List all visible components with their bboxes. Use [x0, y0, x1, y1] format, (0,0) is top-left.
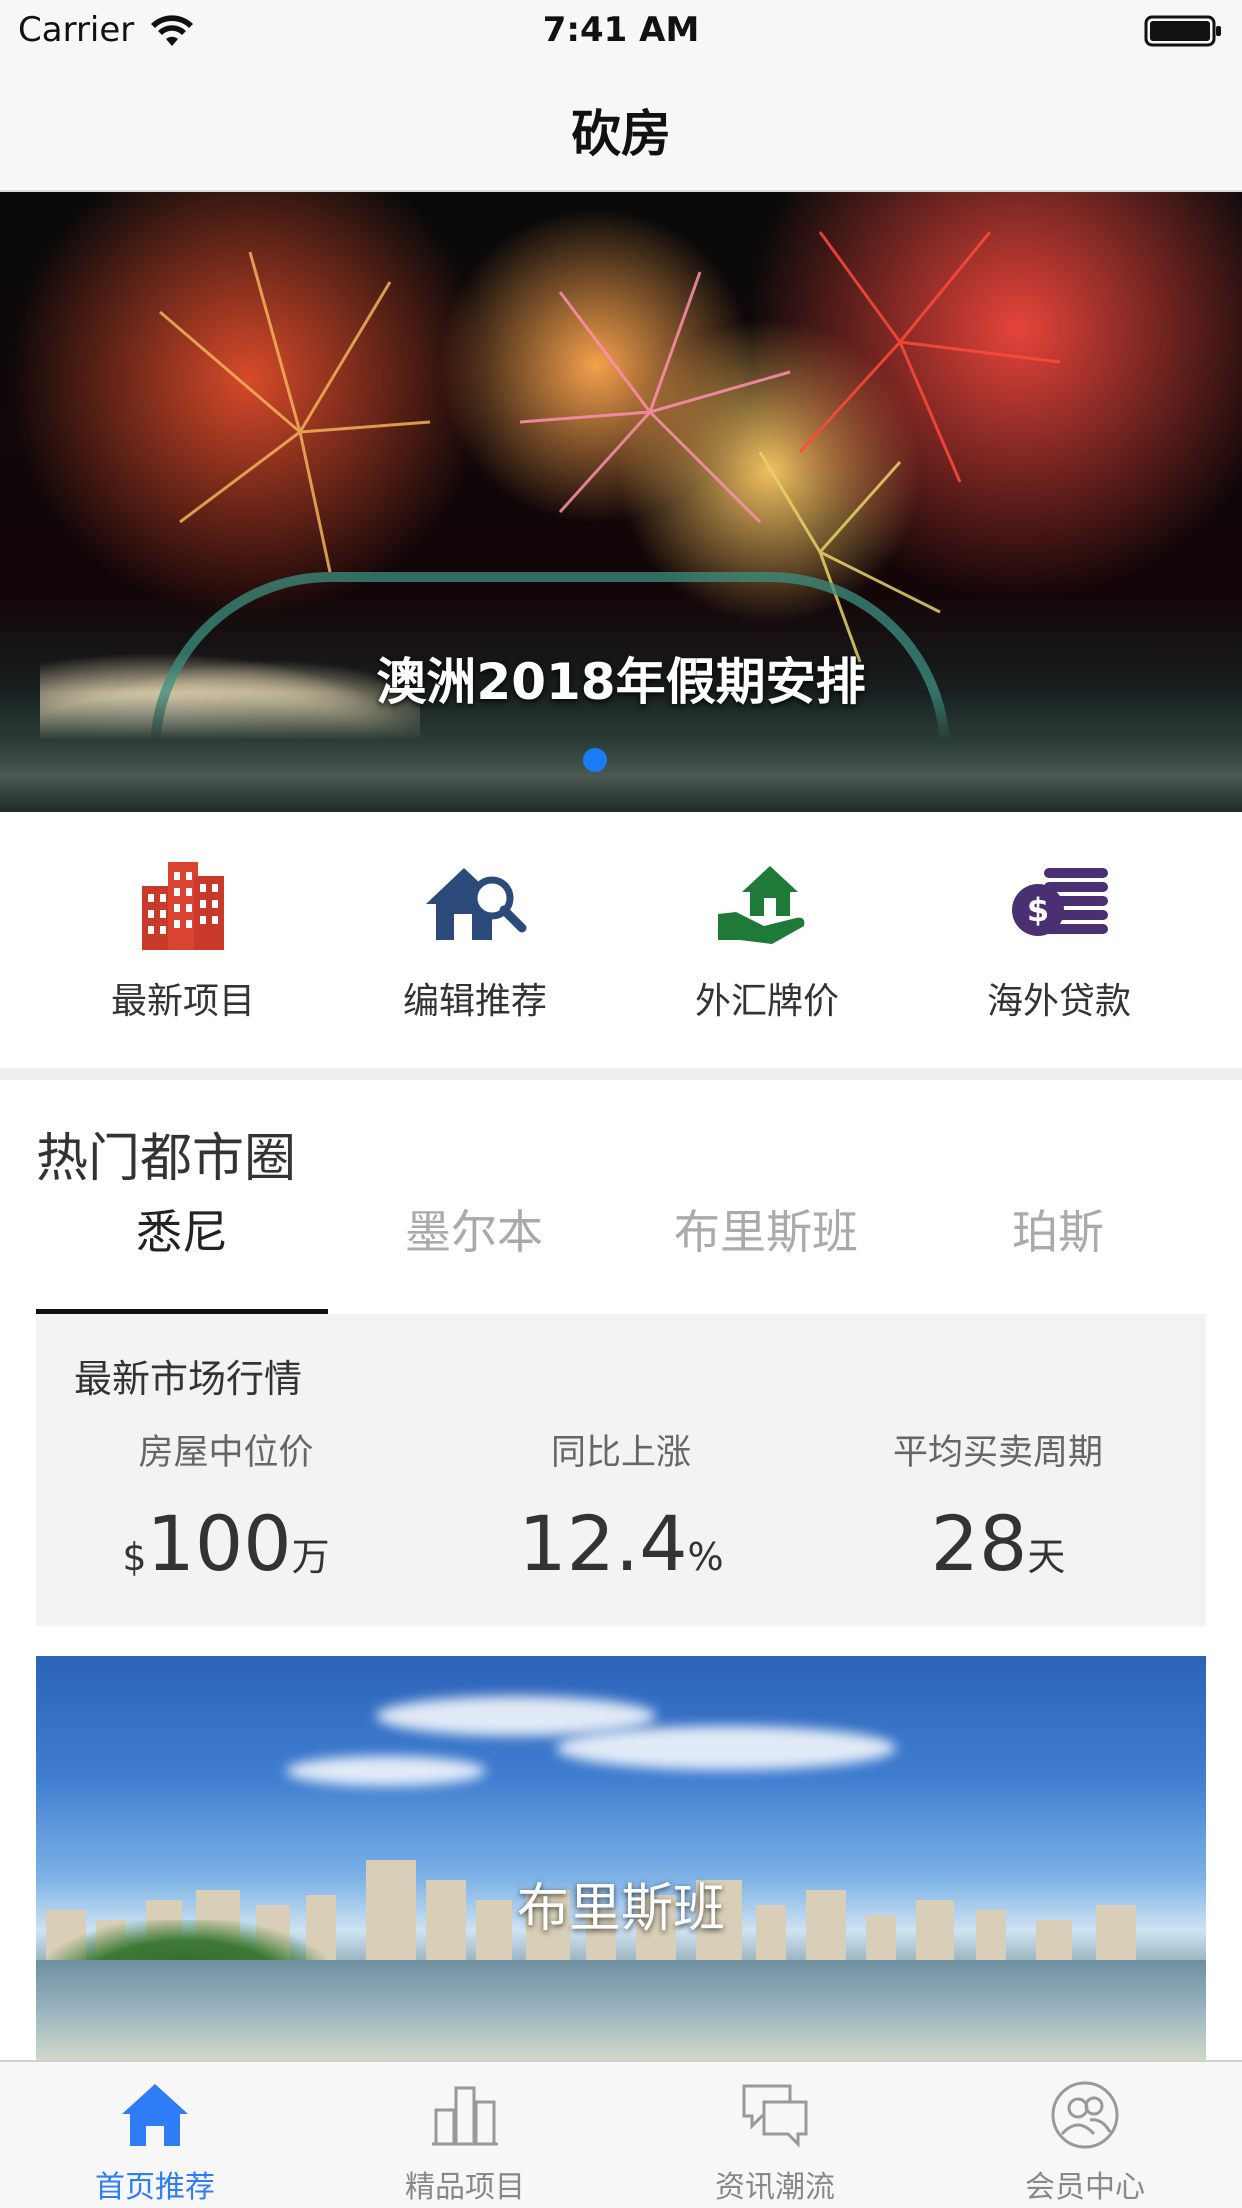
banner-carousel[interactable]: 澳洲2018年假期安排	[0, 192, 1242, 812]
quick-action-label: 外汇牌价	[694, 981, 839, 1022]
tab-bar-label: 精品项目	[405, 2170, 525, 2205]
market-title: 最新市场行情	[74, 1357, 303, 1401]
stat-number: 28	[930, 1499, 1028, 1588]
tab-bar-member[interactable]: 会员中心	[930, 2062, 1240, 2208]
chat-bubbles-icon	[742, 2084, 808, 2148]
tab-bar-label: 资讯潮流	[715, 2170, 835, 2205]
city-tabs: 悉尼 墨尔本 布里斯班 珀斯	[36, 1192, 1206, 1314]
banner-caption: 澳洲2018年假期安排	[376, 653, 866, 711]
tab-perth[interactable]: 珀斯	[912, 1192, 1204, 1314]
stat-label: 同比上涨	[550, 1433, 691, 1473]
quick-action-exchange-rates[interactable]: 外汇牌价	[612, 812, 922, 1068]
section-divider	[0, 1068, 1242, 1080]
stat-label: 房屋中位价	[138, 1433, 314, 1473]
stat-unit: 万	[291, 1535, 330, 1579]
tab-brisbane[interactable]: 布里斯班	[620, 1192, 912, 1314]
cloud-image	[376, 1696, 656, 1736]
tab-bar-label: 首页推荐	[95, 2170, 215, 2205]
quick-action-label: 最新项目	[110, 981, 255, 1022]
stat-label: 平均买卖周期	[892, 1433, 1103, 1473]
river-image	[36, 1960, 1206, 2060]
status-bar: Carrier 7:41 AM	[0, 0, 1242, 62]
stat-unit: 天	[1027, 1535, 1066, 1579]
battery-icon	[1144, 15, 1221, 47]
tab-bar-label: 会员中心	[1025, 2170, 1145, 2205]
stat-avg-cycle: 平均买卖周期 28天	[808, 1424, 1188, 1588]
bottom-tab-bar: 首页推荐 精品项目 资讯潮流 会员中心	[0, 2060, 1242, 2208]
stat-median-price: 房屋中位价 $100万	[36, 1424, 416, 1588]
building-icon	[142, 862, 224, 950]
home-icon	[122, 2084, 188, 2146]
stat-value: 12.4%	[431, 1499, 811, 1588]
status-time: 7:41 AM	[542, 10, 700, 50]
stat-unit: %	[687, 1535, 724, 1579]
quick-action-label: 编辑推荐	[402, 981, 547, 1022]
member-icon	[1051, 2081, 1119, 2149]
tab-bar-news[interactable]: 资讯潮流	[620, 2062, 930, 2208]
page-title: 砍房	[571, 105, 671, 163]
tab-melbourne[interactable]: 墨尔本	[328, 1192, 620, 1314]
tab-sydney[interactable]: 悉尼	[36, 1192, 328, 1314]
quick-action-latest-projects[interactable]: 最新项目	[28, 812, 338, 1068]
stat-number: 12.4	[518, 1499, 688, 1588]
carousel-page-indicator[interactable]	[583, 748, 607, 772]
quick-actions: 最新项目 编辑推荐 外汇牌价 $ 海外贷款	[0, 812, 1242, 1068]
coins-dollar-icon: $	[1012, 868, 1108, 936]
svg-text:$: $	[1027, 891, 1049, 929]
buildings-icon	[432, 2086, 498, 2146]
hand-house-icon	[718, 866, 805, 944]
cloud-image	[286, 1756, 486, 1786]
stat-value: $100万	[36, 1499, 416, 1588]
city-feature-card[interactable]: 布里斯班	[36, 1656, 1206, 2060]
tab-bar-home[interactable]: 首页推荐	[0, 2062, 310, 2208]
market-summary-card: 最新市场行情 房屋中位价 $100万 同比上涨 12.4% 平均买卖周期 28天	[36, 1314, 1206, 1626]
quick-action-editor-picks[interactable]: 编辑推荐	[320, 812, 630, 1068]
stat-number: 100	[146, 1499, 292, 1588]
stat-yoy-increase: 同比上涨 12.4%	[431, 1424, 811, 1588]
quick-action-label: 海外贷款	[986, 981, 1131, 1022]
navigation-bar: 砍房	[0, 62, 1242, 192]
stat-prefix: $	[122, 1535, 147, 1579]
stat-value: 28天	[808, 1499, 1188, 1588]
cloud-image	[556, 1726, 896, 1770]
house-search-icon	[426, 868, 527, 940]
section-title-hot-cities: 热门都市圈	[36, 1129, 297, 1189]
quick-action-overseas-loans[interactable]: $ 海外贷款	[904, 812, 1214, 1068]
city-card-caption: 布里斯班	[516, 1879, 725, 1939]
tab-bar-projects[interactable]: 精品项目	[310, 2062, 620, 2208]
